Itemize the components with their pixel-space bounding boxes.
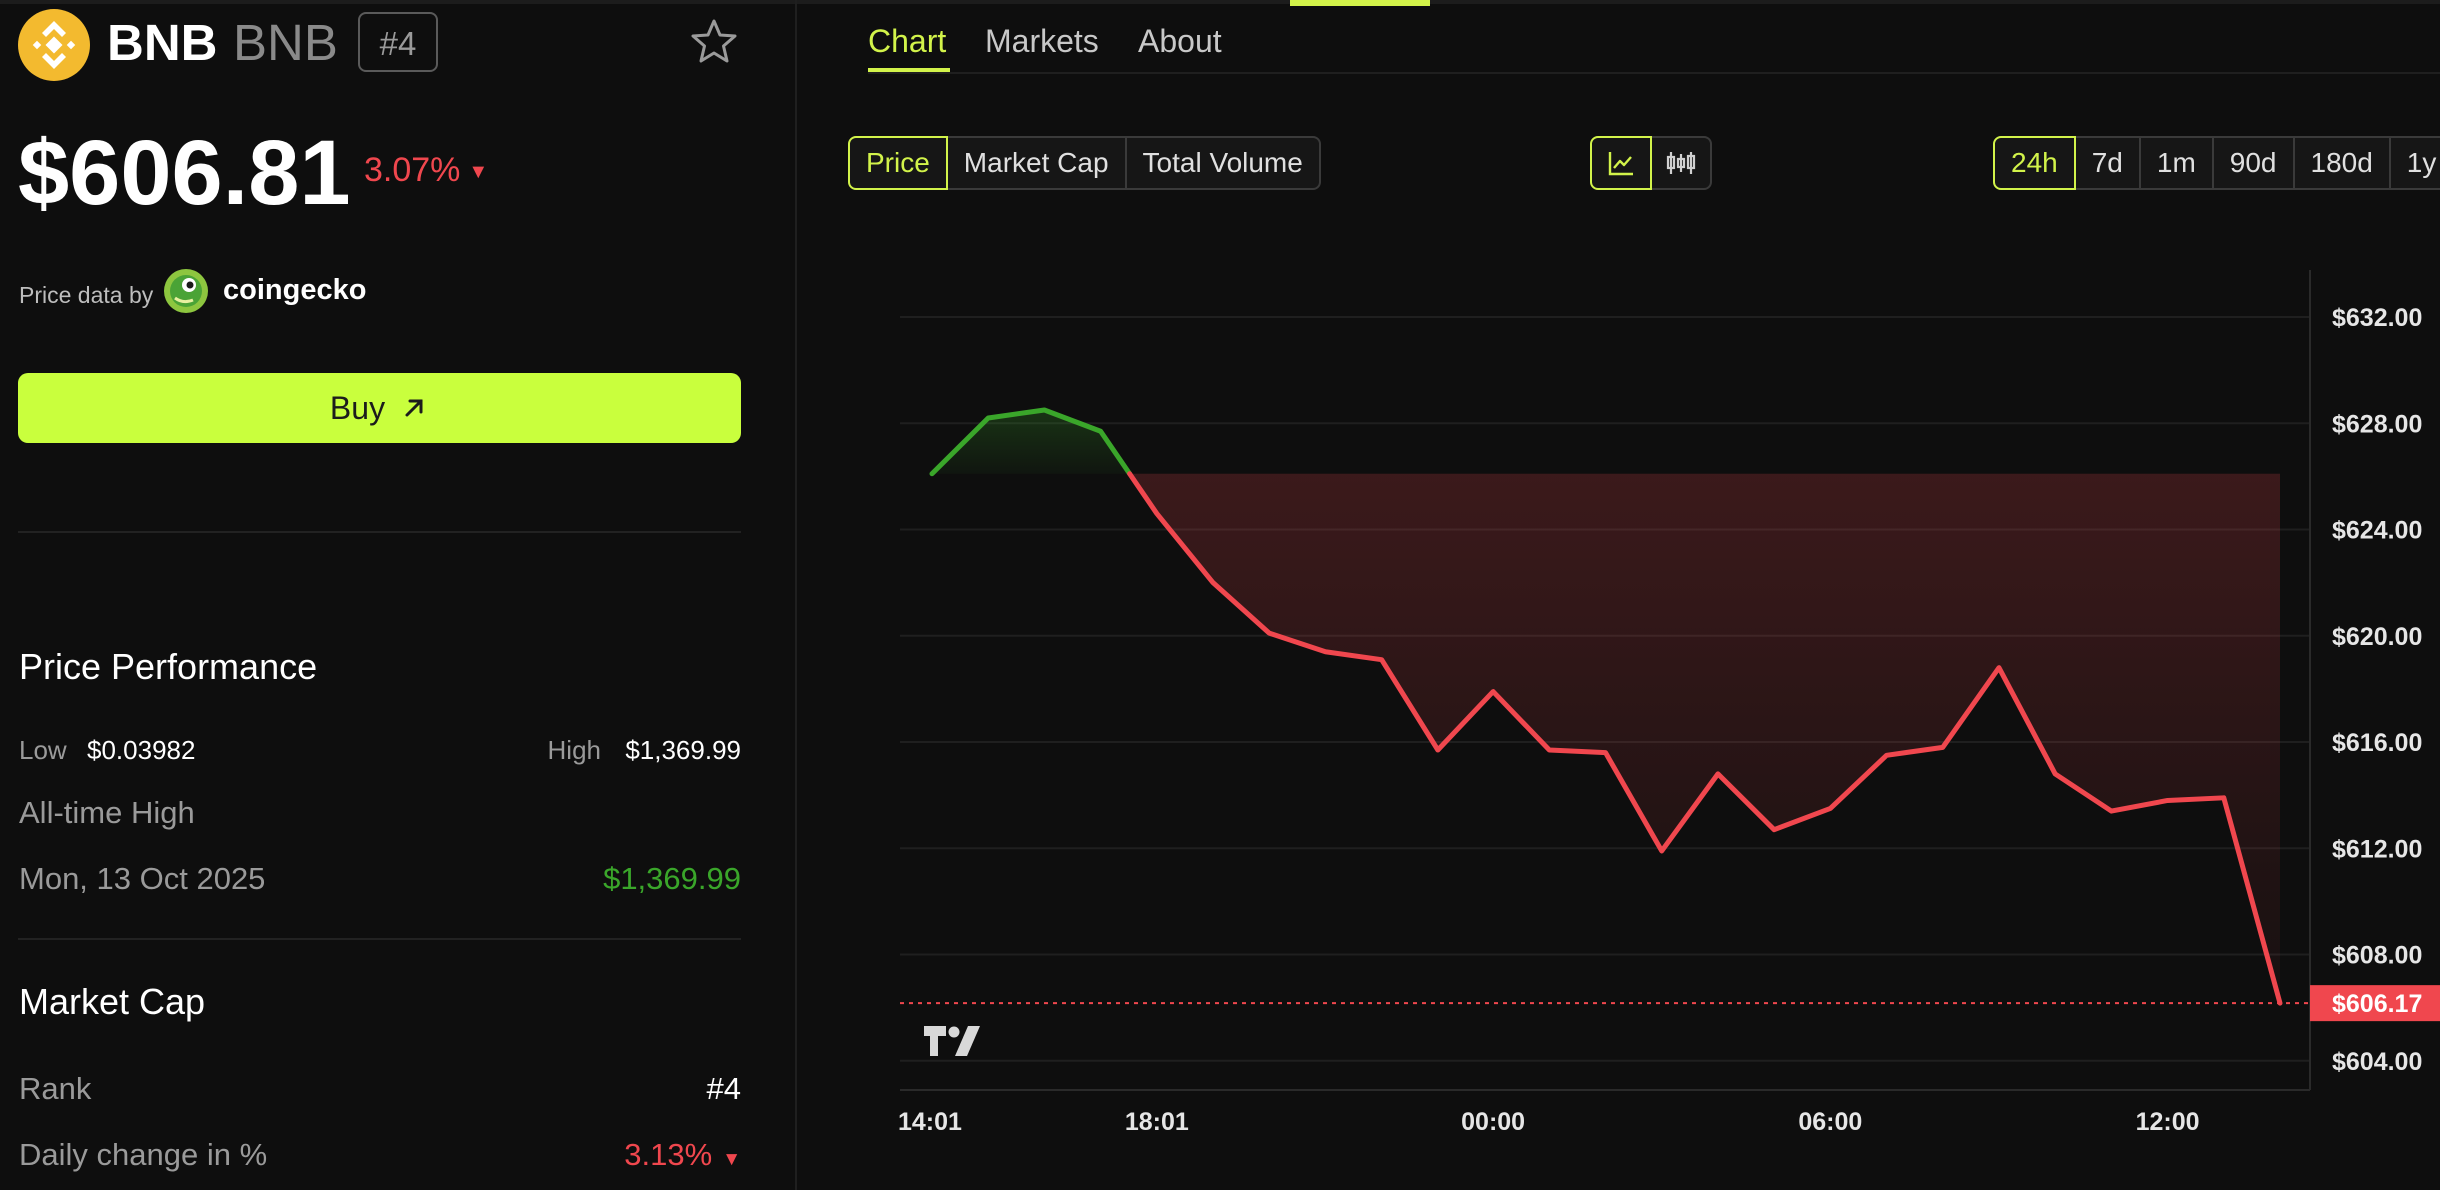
range-7d-button[interactable]: 7d bbox=[2073, 136, 2141, 190]
metric-total-volume-button[interactable]: Total Volume bbox=[1124, 136, 1321, 190]
candlestick-button[interactable] bbox=[1650, 136, 1712, 190]
low-high-row: Low $0.03982 High $1,369.99 bbox=[19, 733, 741, 767]
market-cap-title: Market Cap bbox=[19, 981, 206, 1022]
down-triangle-icon: ▼ bbox=[468, 161, 489, 184]
price-data-label: Price data by bbox=[19, 282, 154, 308]
range-1m-button[interactable]: 1m bbox=[2138, 136, 2214, 190]
coingecko-logo-icon bbox=[163, 268, 209, 314]
current-price-label: $606.17 bbox=[2332, 990, 2422, 1018]
rank-badge: #4 bbox=[358, 12, 438, 72]
top-accent-bar bbox=[1290, 0, 1430, 6]
range-90d-button[interactable]: 90d bbox=[2211, 136, 2295, 190]
high-label: High bbox=[547, 735, 601, 765]
metric-market-cap-button[interactable]: Market Cap bbox=[945, 136, 1127, 190]
low-value: $0.03982 bbox=[87, 735, 196, 765]
ath-value: $1,369.99 bbox=[603, 861, 741, 896]
price-performance-title: Price Performance bbox=[19, 646, 318, 687]
time-range-selector: 24h 7d 1m 90d 180d 1y bbox=[1993, 136, 2440, 190]
ath-date: Mon, 13 Oct 2025 bbox=[19, 861, 266, 896]
high-value: $1,369.99 bbox=[625, 735, 741, 765]
bnb-logo-icon bbox=[18, 9, 90, 81]
metric-selector: Price Market Cap Total Volume bbox=[848, 136, 1321, 190]
daily-change: 3.13% ▼ bbox=[624, 1135, 741, 1180]
candlestick-icon bbox=[1666, 152, 1696, 174]
rank-label: Rank bbox=[19, 1071, 92, 1106]
x-tick-label: 12:00 bbox=[2136, 1108, 2200, 1136]
ath-label: All-time High bbox=[19, 795, 195, 830]
line-chart-button[interactable] bbox=[1590, 136, 1652, 190]
price-chart[interactable]: $632.00 $628.00 $624.00 $620.00 $616.00 $612.… bbox=[880, 240, 2440, 1170]
line-chart-icon bbox=[1608, 152, 1633, 176]
metric-price-button[interactable]: Price bbox=[848, 136, 948, 190]
y-tick-label: $612.00 bbox=[2332, 835, 2422, 863]
daily-change-value: 3.13% bbox=[624, 1137, 713, 1172]
y-tick-label: $608.00 bbox=[2332, 942, 2422, 970]
y-tick-label: $628.00 bbox=[2332, 410, 2422, 438]
coin-symbol: BNB bbox=[233, 14, 338, 71]
coin-info-panel: BNB BNB #4 $606.81 3.07% ▼ Price data by … bbox=[0, 0, 797, 1190]
range-1y-button[interactable]: 1y bbox=[2388, 136, 2440, 190]
divider bbox=[18, 531, 741, 533]
y-tick-label: $624.00 bbox=[2332, 517, 2422, 545]
tab-chart[interactable]: Chart bbox=[868, 18, 946, 64]
coingecko-name[interactable]: coingecko bbox=[223, 272, 366, 308]
x-tick-label: 00:00 bbox=[1461, 1108, 1525, 1136]
y-tick-label: $604.00 bbox=[2332, 1048, 2422, 1076]
tab-about[interactable]: About bbox=[1138, 18, 1222, 64]
y-tick-label: $620.00 bbox=[2332, 623, 2422, 651]
low-label: Low bbox=[19, 735, 67, 765]
chart-type-selector bbox=[1590, 136, 1712, 190]
y-tick-label: $616.00 bbox=[2332, 729, 2422, 757]
tab-bar-rule bbox=[868, 72, 2440, 74]
y-tick-label: $632.00 bbox=[2332, 304, 2422, 332]
favorite-star-icon[interactable] bbox=[688, 16, 740, 68]
down-triangle-icon: ▼ bbox=[722, 1149, 741, 1170]
divider bbox=[18, 938, 741, 940]
price-change: 3.07% ▼ bbox=[364, 148, 488, 194]
buy-button-label: Buy bbox=[329, 389, 386, 426]
rank-value: #4 bbox=[706, 1071, 741, 1106]
range-24h-button[interactable]: 24h bbox=[1993, 136, 2076, 190]
arrow-up-right-icon bbox=[405, 399, 423, 417]
daily-change-label: Daily change in % bbox=[19, 1137, 268, 1172]
area-below-baseline bbox=[1129, 473, 2280, 1004]
current-price: $606.81 bbox=[18, 122, 351, 224]
x-tick-label: 18:01 bbox=[1125, 1108, 1189, 1136]
range-180d-button[interactable]: 180d bbox=[2292, 136, 2391, 190]
buy-button[interactable]: Buy bbox=[18, 373, 741, 443]
tab-markets[interactable]: Markets bbox=[985, 18, 1099, 64]
tradingview-logo-icon bbox=[924, 1026, 980, 1056]
price-change-value: 3.07% bbox=[364, 151, 461, 189]
x-tick-label: 14:01 bbox=[898, 1108, 962, 1136]
x-tick-label: 06:00 bbox=[1798, 1108, 1862, 1136]
coin-name: BNB bbox=[107, 14, 218, 71]
